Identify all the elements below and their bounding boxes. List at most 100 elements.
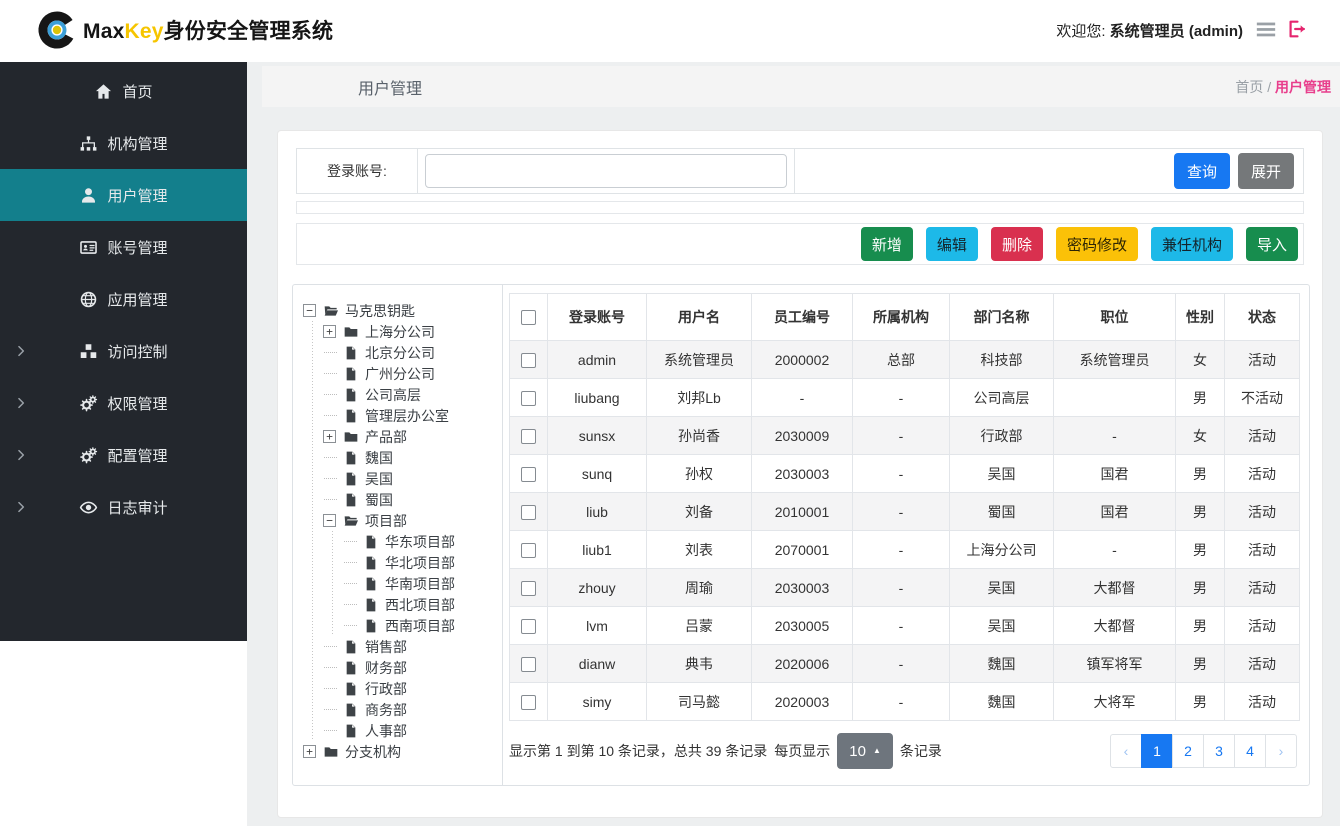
- expand-button[interactable]: 展开: [1238, 153, 1294, 189]
- toolbar-button[interactable]: 密码修改: [1056, 227, 1138, 261]
- table-cell: 大都督: [1054, 607, 1176, 645]
- tree-node[interactable]: 华北项目部: [303, 552, 498, 573]
- table-row[interactable]: dianw典韦2020006-魏国镇军将军男活动: [510, 645, 1300, 683]
- tree-node[interactable]: 行政部: [303, 678, 498, 699]
- page-size-dropdown[interactable]: 10 ▲: [837, 733, 893, 769]
- action-toolbar: 新增 编辑 删除 密码修改 兼任机构 导入: [296, 223, 1304, 265]
- table-row[interactable]: sunsx孙尚香2030009-行政部-女活动: [510, 417, 1300, 455]
- tree-expander[interactable]: +: [323, 325, 343, 338]
- sidebar-item-home[interactable]: 首页: [0, 65, 247, 117]
- tree-node[interactable]: 北京分公司: [303, 342, 498, 363]
- tree-connector: [323, 699, 343, 720]
- welcome-text: 欢迎您: 系统管理员 (admin): [1056, 20, 1243, 41]
- tree-node[interactable]: 魏国: [303, 447, 498, 468]
- toolbar-button[interactable]: 删除: [991, 227, 1043, 261]
- row-checkbox[interactable]: [521, 391, 536, 406]
- query-button[interactable]: 查询: [1174, 153, 1230, 189]
- tree-node[interactable]: − 项目部: [303, 510, 498, 531]
- column-header[interactable]: 登录账号: [548, 294, 647, 341]
- tree-node[interactable]: 吴国: [303, 468, 498, 489]
- select-all-checkbox[interactable]: [521, 310, 536, 325]
- tree-expander[interactable]: −: [303, 304, 323, 317]
- tree-node[interactable]: 西南项目部: [303, 615, 498, 636]
- menu-toggle-icon[interactable]: [1255, 18, 1277, 40]
- toolbar-button[interactable]: 编辑: [926, 227, 978, 261]
- tree-node[interactable]: 管理层办公室: [303, 405, 498, 426]
- row-checkbox[interactable]: [521, 429, 536, 444]
- row-checkbox[interactable]: [521, 467, 536, 482]
- tree-node-label: 产品部: [365, 427, 407, 447]
- table-row[interactable]: sunq孙权2030003-吴国国君男活动: [510, 455, 1300, 493]
- column-header[interactable]: 员工编号: [752, 294, 853, 341]
- tree-node[interactable]: + 产品部: [303, 426, 498, 447]
- logout-icon[interactable]: [1286, 18, 1308, 40]
- home-icon: [94, 82, 113, 101]
- tree-node[interactable]: + 分支机构: [303, 741, 498, 762]
- page-button[interactable]: 2: [1172, 734, 1204, 768]
- table-row[interactable]: zhouy周瑜2030003-吴国大都督男活动: [510, 569, 1300, 607]
- sidebar-item-users[interactable]: 用户管理: [0, 169, 247, 221]
- table-cell: 吴国: [950, 607, 1054, 645]
- table-row[interactable]: liub刘备2010001-蜀国国君男活动: [510, 493, 1300, 531]
- login-account-input[interactable]: [425, 154, 787, 188]
- table-row[interactable]: simy司马懿2020003-魏国大将军男活动: [510, 683, 1300, 721]
- user-table: 登录账号用户名员工编号所属机构部门名称职位性别状态 admin系统管理员2000…: [509, 293, 1300, 721]
- table-cell: 男: [1176, 645, 1225, 683]
- tree-node[interactable]: 人事部: [303, 720, 498, 741]
- tree-expander[interactable]: +: [303, 745, 323, 758]
- sidebar-item-config[interactable]: 配置管理: [0, 429, 247, 481]
- sidebar-item-perm[interactable]: 权限管理: [0, 377, 247, 429]
- tree-connector: [323, 384, 343, 405]
- breadcrumb-home-link[interactable]: 首页: [1235, 79, 1263, 95]
- table-cell: 司马懿: [647, 683, 752, 721]
- toolbar-button[interactable]: 导入: [1246, 227, 1298, 261]
- table-row[interactable]: liubang刘邦Lb--公司高层男不活动: [510, 379, 1300, 417]
- prev-page-button[interactable]: ‹: [1110, 734, 1142, 768]
- row-checkbox[interactable]: [521, 581, 536, 596]
- sidebar-item-access[interactable]: 访问控制: [0, 325, 247, 377]
- sidebar-item-audit[interactable]: 日志审计: [0, 481, 247, 533]
- tree-expander[interactable]: −: [323, 514, 343, 527]
- row-checkbox[interactable]: [521, 619, 536, 634]
- tree-node[interactable]: 广州分公司: [303, 363, 498, 384]
- tree-node-label: 西北项目部: [385, 595, 455, 615]
- tree-node[interactable]: 商务部: [303, 699, 498, 720]
- tree-node[interactable]: 华南项目部: [303, 573, 498, 594]
- next-page-button[interactable]: ›: [1265, 734, 1297, 768]
- sidebar-item-org[interactable]: 机构管理: [0, 117, 247, 169]
- column-header[interactable]: 所属机构: [853, 294, 950, 341]
- page-button[interactable]: 1: [1141, 734, 1173, 768]
- row-checkbox[interactable]: [521, 505, 536, 520]
- table-row[interactable]: lvm吕蒙2030005-吴国大都督男活动: [510, 607, 1300, 645]
- tree-node[interactable]: 蜀国: [303, 489, 498, 510]
- row-checkbox[interactable]: [521, 543, 536, 558]
- row-checkbox[interactable]: [521, 353, 536, 368]
- column-header[interactable]: 职位: [1054, 294, 1176, 341]
- toolbar-button[interactable]: 新增: [861, 227, 913, 261]
- login-account-label: 登录账号:: [297, 149, 418, 193]
- file-icon: [363, 555, 379, 571]
- column-header[interactable]: 部门名称: [950, 294, 1054, 341]
- toolbar-button[interactable]: 兼任机构: [1151, 227, 1233, 261]
- tree-node[interactable]: 销售部: [303, 636, 498, 657]
- tree-node[interactable]: 西北项目部: [303, 594, 498, 615]
- tree-expander[interactable]: +: [323, 430, 343, 443]
- table-row[interactable]: liub1刘表2070001-上海分公司-男活动: [510, 531, 1300, 569]
- table-row[interactable]: admin系统管理员2000002总部科技部系统管理员女活动: [510, 341, 1300, 379]
- row-checkbox[interactable]: [521, 695, 536, 710]
- column-header[interactable]: 用户名: [647, 294, 752, 341]
- column-header[interactable]: 性别: [1176, 294, 1225, 341]
- sidebar-item-apps[interactable]: 应用管理: [0, 273, 247, 325]
- tree-node[interactable]: − 马克思钥匙: [303, 300, 498, 321]
- sidebar-item-account[interactable]: 账号管理: [0, 221, 247, 273]
- page-button[interactable]: 3: [1203, 734, 1235, 768]
- tree-node[interactable]: 财务部: [303, 657, 498, 678]
- tree-node[interactable]: 公司高层: [303, 384, 498, 405]
- row-checkbox[interactable]: [521, 657, 536, 672]
- tree-node[interactable]: + 上海分公司: [303, 321, 498, 342]
- tree-connector: [323, 678, 343, 699]
- column-header[interactable]: 状态: [1225, 294, 1300, 341]
- tree-node[interactable]: 华东项目部: [303, 531, 498, 552]
- tree-guide: [303, 531, 323, 552]
- page-button[interactable]: 4: [1234, 734, 1266, 768]
